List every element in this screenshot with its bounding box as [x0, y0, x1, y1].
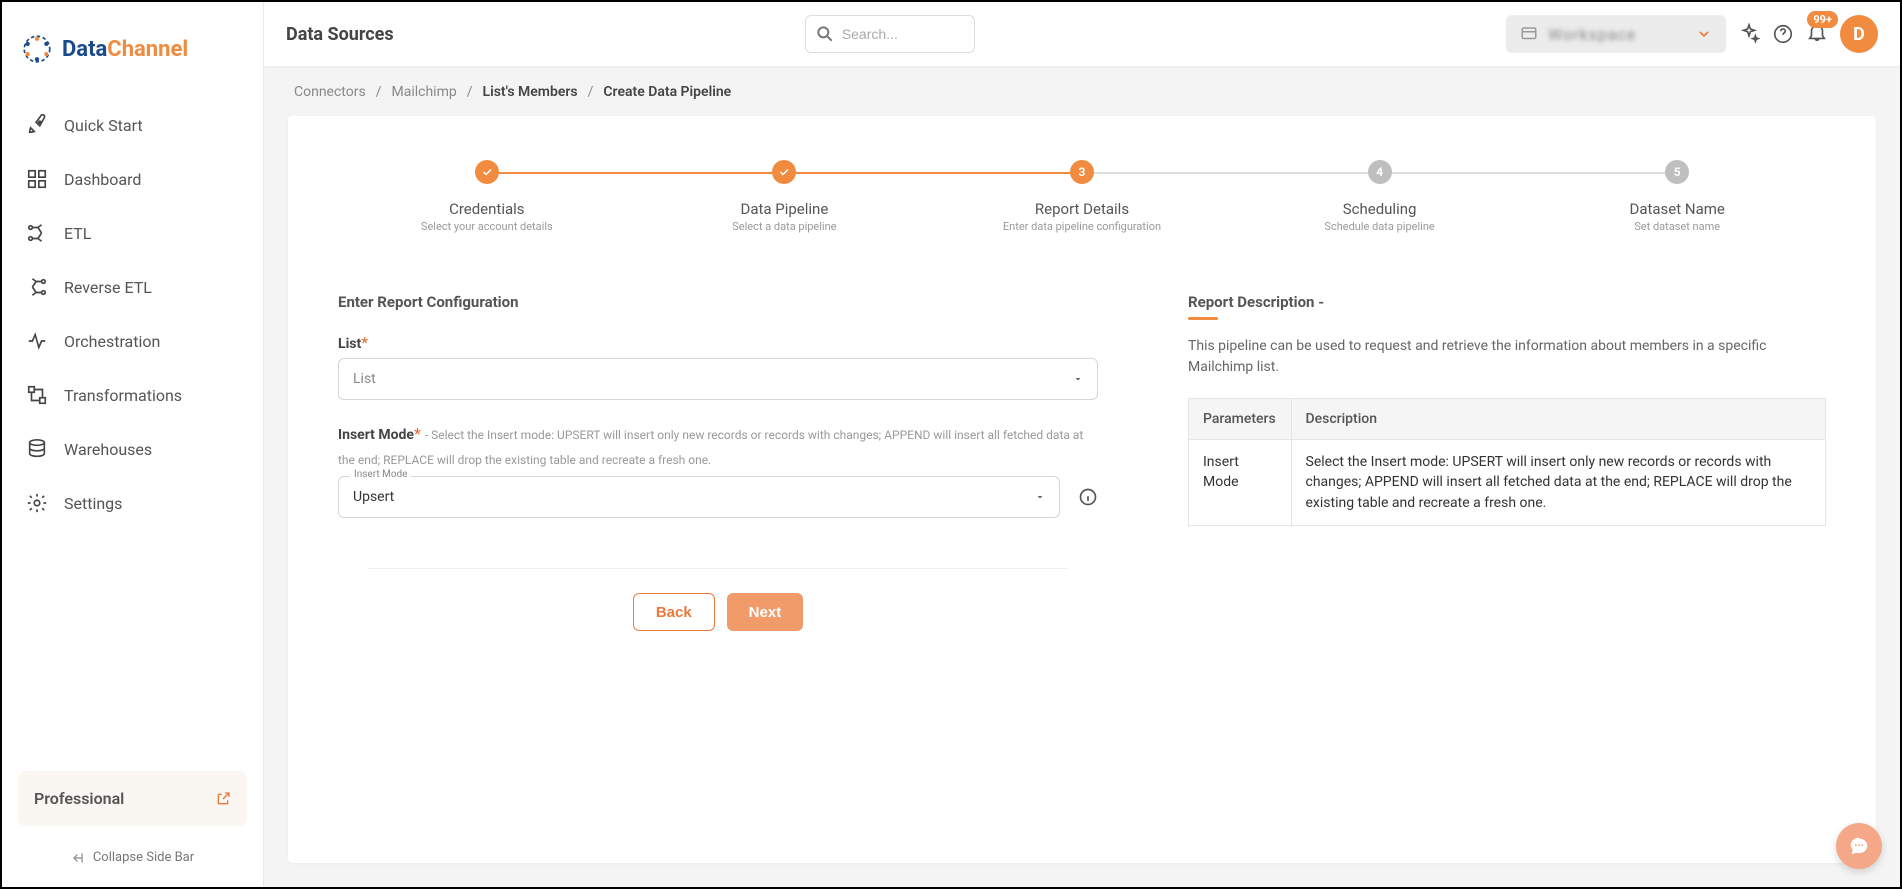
desc-text: This pipeline can be used to request and… [1188, 336, 1826, 378]
search-wrap [805, 15, 975, 53]
mode-select-value: Upsert [338, 476, 1060, 518]
list-select-value: List [338, 358, 1098, 400]
sidebar-item-label: Settings [64, 494, 122, 513]
check-icon [481, 166, 493, 178]
warehouses-icon [26, 438, 48, 460]
form-section-title: Enter Report Configuration [338, 293, 1098, 311]
sidebar-item-quick-start[interactable]: Quick Start [12, 102, 253, 148]
param-desc: Select the Insert mode: UPSERT will inse… [1291, 440, 1826, 526]
page-title: Data Sources [286, 24, 394, 45]
notification-badge: 99+ [1807, 11, 1838, 28]
step-report-details[interactable]: 3 Report Details Enter data pipeline con… [933, 160, 1231, 233]
info-icon[interactable] [1078, 487, 1098, 507]
orchestration-icon [26, 330, 48, 352]
rocket-icon [26, 114, 48, 136]
content-card: Credentials Select your account details … [288, 116, 1876, 863]
param-th-parameters: Parameters [1189, 399, 1292, 440]
crumb-create-pipeline: Create Data Pipeline [603, 84, 731, 100]
sidebar-item-dashboard[interactable]: Dashboard [12, 156, 253, 202]
mode-label: Insert Mode [338, 427, 414, 443]
sidebar-item-reverse-etl[interactable]: Reverse ETL [12, 264, 253, 310]
workspace-dropdown[interactable]: Workspace [1506, 15, 1726, 53]
sidebar-item-label: Dashboard [64, 170, 141, 189]
desc-title: Report Description - [1188, 293, 1826, 311]
plan-label: Professional [34, 789, 124, 808]
sidebar-item-orchestration[interactable]: Orchestration [12, 318, 253, 364]
external-link-icon [215, 791, 231, 807]
collapse-label: Collapse Side Bar [93, 850, 194, 865]
divider [368, 568, 1068, 569]
sidebar-item-label: ETL [64, 224, 91, 243]
sidebar-item-transformations[interactable]: Transformations [12, 372, 253, 418]
notifications[interactable]: 99+ [1806, 21, 1828, 47]
gear-icon [26, 492, 48, 514]
sidebar-nav: Quick Start Dashboard ETL Reverse ETL Or… [12, 102, 253, 526]
param-name: Insert Mode [1189, 440, 1292, 526]
chat-button[interactable] [1836, 823, 1882, 869]
back-button[interactable]: Back [633, 593, 715, 631]
step-scheduling[interactable]: 4 Scheduling Schedule data pipeline [1231, 160, 1529, 233]
transformations-icon [26, 384, 48, 406]
crumb-mailchimp[interactable]: Mailchimp [392, 84, 457, 100]
sidebar-item-label: Quick Start [64, 116, 143, 135]
topbar: Data Sources Workspace 99+ [264, 2, 1900, 66]
workspace-name: Workspace [1548, 25, 1636, 44]
logo-text: DataChannel [62, 37, 188, 62]
breadcrumb: Connectors/ Mailchimp/ List's Members/ C… [264, 66, 1900, 110]
mode-help-text: - Select the Insert mode: UPSERT will in… [338, 428, 1083, 467]
list-label: List [338, 336, 361, 352]
logo[interactable]: DataChannel [12, 20, 253, 90]
logo-mark-icon [20, 32, 54, 66]
next-button[interactable]: Next [727, 593, 804, 631]
action-row: Back Next [338, 593, 1098, 631]
description-column: Report Description - This pipeline can b… [1188, 293, 1826, 631]
crumb-lists-members[interactable]: List's Members [483, 84, 578, 100]
etl-icon [26, 222, 48, 244]
collapse-icon [71, 851, 85, 865]
crumb-connectors[interactable]: Connectors [294, 84, 366, 100]
param-table: Parameters Description Insert Mode Selec… [1188, 398, 1826, 526]
sidebar-item-label: Orchestration [64, 332, 160, 351]
chat-icon [1848, 835, 1870, 857]
stepper: Credentials Select your account details … [338, 160, 1826, 233]
help-icon[interactable] [1772, 23, 1794, 45]
param-row: Insert Mode Select the Insert mode: UPSE… [1189, 440, 1826, 526]
sidebar-item-etl[interactable]: ETL [12, 210, 253, 256]
reverse-etl-icon [26, 276, 48, 298]
sparkle-icon[interactable] [1738, 23, 1760, 45]
check-icon [778, 166, 790, 178]
form-column: Enter Report Configuration List* List In… [338, 293, 1098, 631]
sidebar-item-label: Transformations [64, 386, 182, 405]
step-data-pipeline[interactable]: Data Pipeline Select a data pipeline [636, 160, 934, 233]
sidebar-item-label: Warehouses [64, 440, 152, 459]
search-icon [815, 24, 835, 48]
sidebar-item-warehouses[interactable]: Warehouses [12, 426, 253, 472]
step-credentials[interactable]: Credentials Select your account details [338, 160, 636, 233]
mode-select[interactable]: Insert Mode Upsert [338, 476, 1060, 518]
plan-card[interactable]: Professional [18, 771, 247, 826]
sidebar-item-label: Reverse ETL [64, 278, 152, 297]
avatar[interactable]: D [1840, 15, 1878, 53]
workspace-icon [1520, 25, 1538, 43]
dashboard-icon [26, 168, 48, 190]
accent-bar [1188, 317, 1218, 320]
main-area: Data Sources Workspace 99+ [264, 2, 1900, 887]
step-dataset-name[interactable]: 5 Dataset Name Set dataset name [1528, 160, 1826, 233]
param-th-description: Description [1291, 399, 1826, 440]
list-select[interactable]: List [338, 358, 1098, 400]
collapse-sidebar[interactable]: Collapse Side Bar [12, 838, 253, 877]
sidebar: DataChannel Quick Start Dashboard ETL Re… [2, 2, 264, 887]
sidebar-item-settings[interactable]: Settings [12, 480, 253, 526]
mode-floating-label: Insert Mode [350, 469, 411, 480]
chevron-down-icon [1696, 26, 1712, 42]
